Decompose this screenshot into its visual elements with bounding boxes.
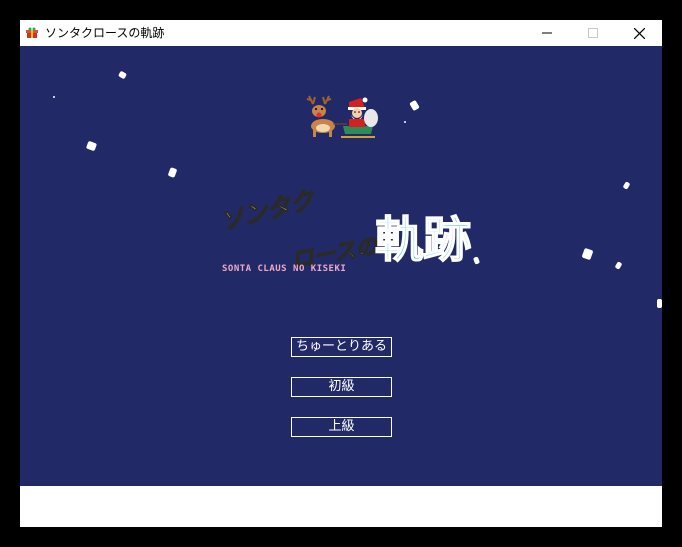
logo-kanji: 軌跡 [375,212,471,268]
snowflake [85,140,98,152]
logo-line1: ソンタク [217,185,319,236]
minimize-button[interactable] [524,20,570,46]
game-subtitle: SONTA CLAUS NO KISEKI [222,264,347,274]
maximize-icon [588,28,598,38]
minimize-icon [542,32,552,34]
reindeer-santa-illustration [306,95,378,138]
title-bar[interactable]: ソンタクロースの軌跡 [20,20,662,46]
advanced-button[interactable]: 上級 [291,417,392,437]
snowflake [614,261,623,270]
tutorial-button[interactable]: ちゅーとりある [291,337,392,357]
snowflake [117,70,128,80]
app-window: ソンタクロースの軌跡 ソンタク ロースの 軌跡 SONTA CLAUS NO K… [20,20,662,527]
close-icon [633,27,645,39]
beginner-button[interactable]: 初級 [291,377,392,397]
maximize-button[interactable] [570,20,616,46]
snowflake [404,121,406,123]
snowflake [581,247,594,261]
snowflake [167,167,178,178]
window-title: ソンタクロースの軌跡 [45,26,165,40]
bottom-panel [20,486,662,527]
close-button[interactable] [616,20,662,46]
snowflake [409,99,420,112]
snowflake [53,96,55,98]
gift-box-icon [26,27,38,38]
snowflake [657,299,662,308]
game-canvas[interactable]: ソンタク ロースの 軌跡 SONTA CLAUS NO KISEKI ちゅーとり… [20,46,662,486]
snowflake [622,181,631,190]
